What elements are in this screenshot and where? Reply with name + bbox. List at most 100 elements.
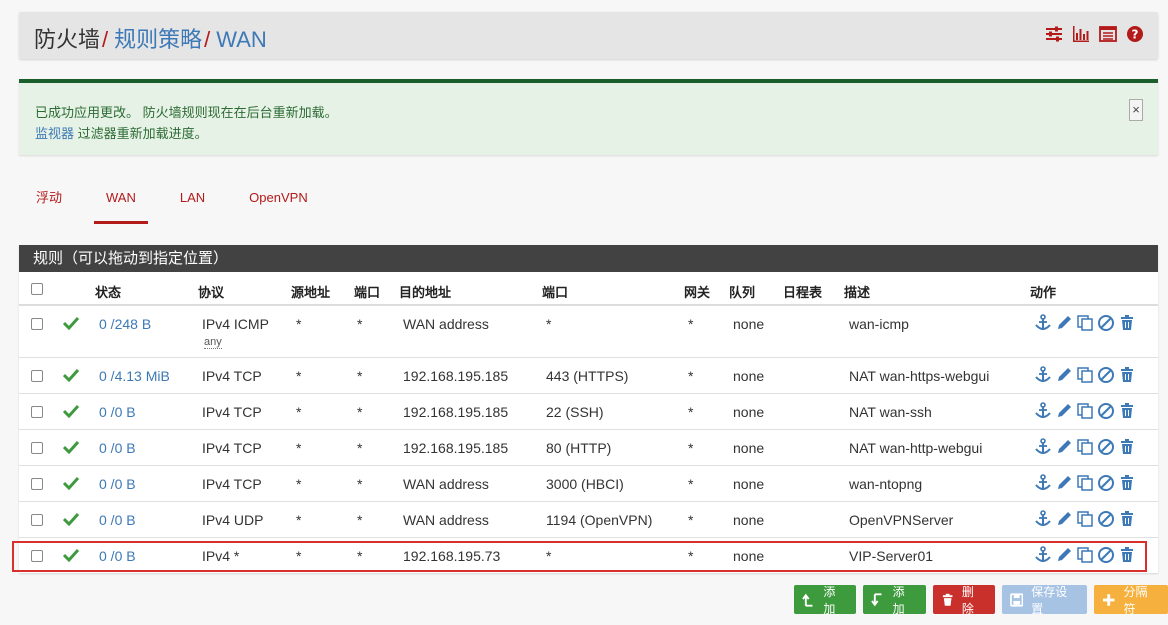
- protocol-cell: IPv4 TCP: [202, 404, 262, 420]
- bar-chart-icon[interactable]: [1072, 25, 1090, 43]
- table-row[interactable]: 0 /0 B IPv4 UDP * * WAN address 1194 (OpenVPN…: [19, 502, 1158, 538]
- anchor-icon[interactable]: [1034, 438, 1052, 456]
- row-checkbox[interactable]: [31, 370, 43, 382]
- check-icon[interactable]: [63, 368, 79, 382]
- save-button[interactable]: 保存设置: [1001, 585, 1088, 616]
- table-row[interactable]: 0 /248 B IPv4 ICMP * * WAN address * * none wan-…: [19, 306, 1158, 358]
- row-checkbox[interactable]: [31, 406, 43, 418]
- destination-cell: 192.168.195.185: [403, 368, 509, 384]
- check-icon[interactable]: [63, 440, 79, 454]
- separator-button[interactable]: 分隔符: [1094, 585, 1168, 616]
- anchor-icon[interactable]: [1034, 366, 1052, 384]
- source-cell: *: [296, 404, 302, 420]
- row-checkbox[interactable]: [31, 478, 43, 490]
- trash-icon[interactable]: [1118, 438, 1136, 456]
- breadcrumb-firewall: 防火墙: [34, 27, 101, 52]
- disable-icon[interactable]: [1097, 366, 1115, 384]
- destination-cell: WAN address: [403, 512, 489, 528]
- disable-icon[interactable]: [1097, 438, 1115, 456]
- anchor-icon[interactable]: [1034, 474, 1052, 492]
- add-top-button[interactable]: 添加: [794, 585, 857, 616]
- copy-icon[interactable]: [1076, 546, 1094, 564]
- states-cell[interactable]: 0 /0 B: [99, 476, 136, 492]
- disable-icon[interactable]: [1097, 474, 1115, 492]
- copy-icon[interactable]: [1076, 474, 1094, 492]
- pencil-icon[interactable]: [1055, 474, 1073, 492]
- tab-wan[interactable]: WAN: [94, 190, 148, 224]
- breadcrumb-wan-link[interactable]: WAN: [216, 27, 267, 52]
- row-checkbox[interactable]: [31, 442, 43, 454]
- breadcrumb-rules-link[interactable]: 规则策略: [114, 27, 202, 52]
- anchor-icon[interactable]: [1034, 510, 1052, 528]
- anchor-icon[interactable]: [1034, 546, 1052, 564]
- list-icon[interactable]: [1099, 25, 1117, 43]
- help-icon[interactable]: ?: [1126, 25, 1144, 43]
- pencil-icon[interactable]: [1055, 366, 1073, 384]
- monitor-link[interactable]: 监视器: [35, 126, 74, 141]
- copy-icon[interactable]: [1076, 402, 1094, 420]
- tab-floating[interactable]: 浮动: [24, 190, 74, 224]
- pencil-icon[interactable]: [1055, 438, 1073, 456]
- trash-icon[interactable]: [1118, 366, 1136, 384]
- states-cell[interactable]: 0 /0 B: [99, 440, 136, 456]
- disable-icon[interactable]: [1097, 402, 1115, 420]
- header-icon-bar: ?: [1045, 25, 1144, 43]
- table-row[interactable]: 0 /0 B IPv4 TCP * * WAN address 3000 (HBCI) * n…: [19, 466, 1158, 502]
- copy-icon[interactable]: [1076, 366, 1094, 384]
- row-checkbox[interactable]: [31, 514, 43, 526]
- close-icon[interactable]: ×: [1129, 99, 1143, 121]
- check-icon[interactable]: [63, 512, 79, 526]
- row-checkbox[interactable]: [31, 318, 43, 330]
- trash-icon[interactable]: [1118, 314, 1136, 332]
- pencil-icon[interactable]: [1055, 510, 1073, 528]
- trash-icon[interactable]: [1118, 474, 1136, 492]
- row-actions: [1034, 314, 1136, 332]
- anchor-icon[interactable]: [1034, 402, 1052, 420]
- col-source: 源地址: [291, 285, 331, 300]
- disable-icon[interactable]: [1097, 314, 1115, 332]
- table-row[interactable]: 0 /0 B IPv4 TCP * * 192.168.195.185 80 (HTTP)…: [19, 430, 1158, 466]
- pencil-icon[interactable]: [1055, 314, 1073, 332]
- col-schedule: 日程表: [783, 285, 823, 300]
- check-icon[interactable]: [63, 316, 79, 330]
- states-cell[interactable]: 0 /248 B: [99, 316, 151, 332]
- trash-icon[interactable]: [1118, 546, 1136, 564]
- check-icon[interactable]: [63, 476, 79, 490]
- description-cell: wan-icmp: [849, 316, 909, 332]
- table-row[interactable]: 0 /0 B IPv4 * * * 192.168.195.73 * * none VIP-Se…: [19, 538, 1158, 574]
- trash-icon[interactable]: [1118, 510, 1136, 528]
- table-row[interactable]: 0 /4.13 MiB IPv4 TCP * * 192.168.195.185 443 …: [19, 358, 1158, 394]
- dest-port-cell: 1194 (OpenVPN): [546, 512, 653, 528]
- states-cell[interactable]: 0 /0 B: [99, 404, 136, 420]
- disable-icon[interactable]: [1097, 546, 1115, 564]
- row-checkbox[interactable]: [31, 550, 43, 562]
- sliders-icon[interactable]: [1045, 25, 1063, 43]
- states-cell[interactable]: 0 /0 B: [99, 512, 136, 528]
- states-cell[interactable]: 0 /4.13 MiB: [99, 368, 170, 384]
- queue-cell: none: [733, 512, 765, 528]
- trash-icon[interactable]: [1118, 402, 1136, 420]
- pencil-icon[interactable]: [1055, 546, 1073, 564]
- protocol-cell: IPv4 TCP: [202, 368, 262, 384]
- dest-port-cell: 443 (HTTPS): [546, 368, 629, 384]
- table-row[interactable]: 0 /0 B IPv4 TCP * * 192.168.195.185 22 (SSH) *…: [19, 394, 1158, 430]
- pencil-icon[interactable]: [1055, 402, 1073, 420]
- add-bottom-button[interactable]: 添加: [863, 585, 926, 616]
- select-all-checkbox[interactable]: [31, 283, 43, 295]
- copy-icon[interactable]: [1076, 314, 1094, 332]
- copy-icon[interactable]: [1076, 510, 1094, 528]
- anchor-icon[interactable]: [1034, 314, 1052, 332]
- protocol-sub-link[interactable]: any: [204, 336, 222, 349]
- states-cell[interactable]: 0 /0 B: [99, 548, 136, 564]
- protocol-cell: IPv4 TCP: [202, 440, 262, 456]
- disable-icon[interactable]: [1097, 510, 1115, 528]
- copy-icon[interactable]: [1076, 438, 1094, 456]
- source-cell: *: [296, 368, 302, 384]
- check-icon[interactable]: [63, 404, 79, 418]
- description-cell: wan-ntopng: [849, 476, 923, 492]
- tab-lan[interactable]: LAN: [168, 190, 217, 224]
- tab-openvpn[interactable]: OpenVPN: [237, 190, 320, 224]
- description-cell: VIP-Server01: [849, 548, 934, 564]
- check-icon[interactable]: [63, 548, 79, 562]
- delete-button[interactable]: 删除: [932, 585, 995, 616]
